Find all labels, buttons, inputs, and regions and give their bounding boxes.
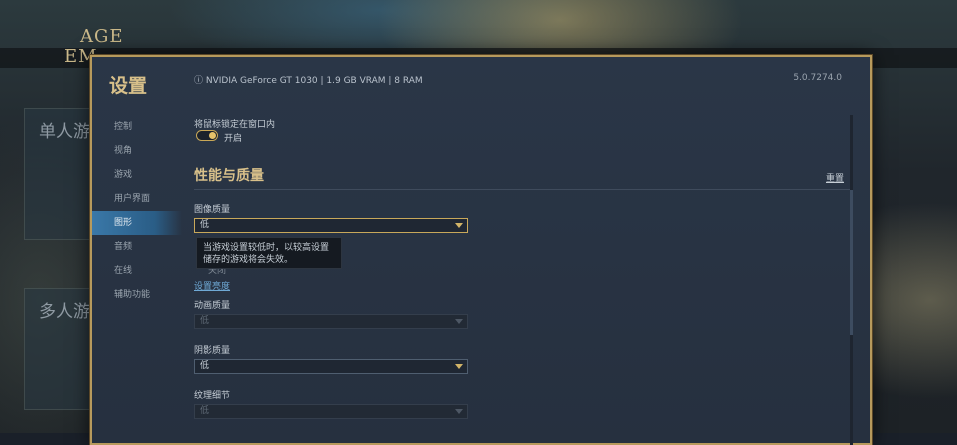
animation-quality-label: 动画质量: [194, 301, 231, 311]
sidebar-item-game[interactable]: 游戏: [92, 163, 182, 187]
background-panel-label: 多人游: [39, 302, 90, 322]
background-panel-label: 单人游: [39, 122, 90, 142]
settings-title: 设置: [109, 75, 148, 97]
settings-modal: 设置 ⓘ NVIDIA GeForce GT 1030 | 1.9 GB VRA…: [90, 55, 872, 445]
animation-quality-value: 低: [200, 316, 210, 326]
sidebar-item-online[interactable]: 在线: [92, 259, 182, 283]
tooltip: 当游戏设置较低时，以较高设置储存的游戏将会失效。: [196, 237, 342, 269]
shadow-quality-value: 低: [200, 361, 210, 371]
animation-quality-select: 低: [194, 314, 468, 329]
chevron-down-icon: [455, 409, 463, 414]
background-singleplayer-panel: 单人游: [24, 108, 96, 240]
sidebar-item-audio[interactable]: 音频: [92, 235, 182, 259]
image-quality-value: 低: [200, 220, 210, 230]
chevron-down-icon: [455, 364, 463, 369]
shadow-quality-label: 阴影质量: [194, 346, 231, 356]
logo-line-1: AGE: [80, 26, 124, 47]
adjust-link[interactable]: 设置亮度: [194, 279, 230, 292]
sidebar-item-controls[interactable]: 控制: [92, 115, 182, 139]
lock-cursor-label: 将鼠标锁定在窗口内: [194, 120, 276, 130]
image-quality-label: 图像质量: [194, 205, 231, 215]
sidebar-item-graphics[interactable]: 图形: [92, 211, 182, 235]
sidebar-item-ui[interactable]: 用户界面: [92, 187, 182, 211]
chevron-down-icon: [455, 319, 463, 324]
toggle-knob: [209, 132, 216, 139]
settings-sidebar: 控制 视角 游戏 用户界面 图形 音频 在线 辅助功能: [92, 115, 182, 307]
settings-content: 将鼠标锁定在窗口内 开启 性能与质量 重置 图像质量 低 关闭 当游戏设置较低时…: [194, 115, 854, 445]
texture-detail-value: 低: [200, 406, 210, 416]
version-label: 5.0.7274.0: [793, 73, 842, 83]
texture-detail-select: 低: [194, 404, 468, 419]
lock-cursor-toggle[interactable]: [196, 130, 218, 141]
background-multiplayer-panel: 多人游: [24, 288, 96, 410]
section-divider: [194, 189, 850, 190]
image-quality-select[interactable]: 低: [194, 218, 468, 233]
chevron-down-icon: [455, 223, 463, 228]
shadow-quality-select[interactable]: 低: [194, 359, 468, 374]
lock-cursor-state: 开启: [224, 134, 243, 144]
sidebar-item-accessibility[interactable]: 辅助功能: [92, 283, 182, 307]
reset-button[interactable]: 重置: [826, 171, 844, 184]
section-title: 性能与质量: [194, 168, 264, 184]
texture-detail-label: 纹理细节: [194, 391, 231, 401]
hardware-info: ⓘ NVIDIA GeForce GT 1030 | 1.9 GB VRAM |…: [194, 76, 423, 86]
sidebar-item-camera[interactable]: 视角: [92, 139, 182, 163]
scrollbar-thumb[interactable]: [850, 190, 853, 335]
